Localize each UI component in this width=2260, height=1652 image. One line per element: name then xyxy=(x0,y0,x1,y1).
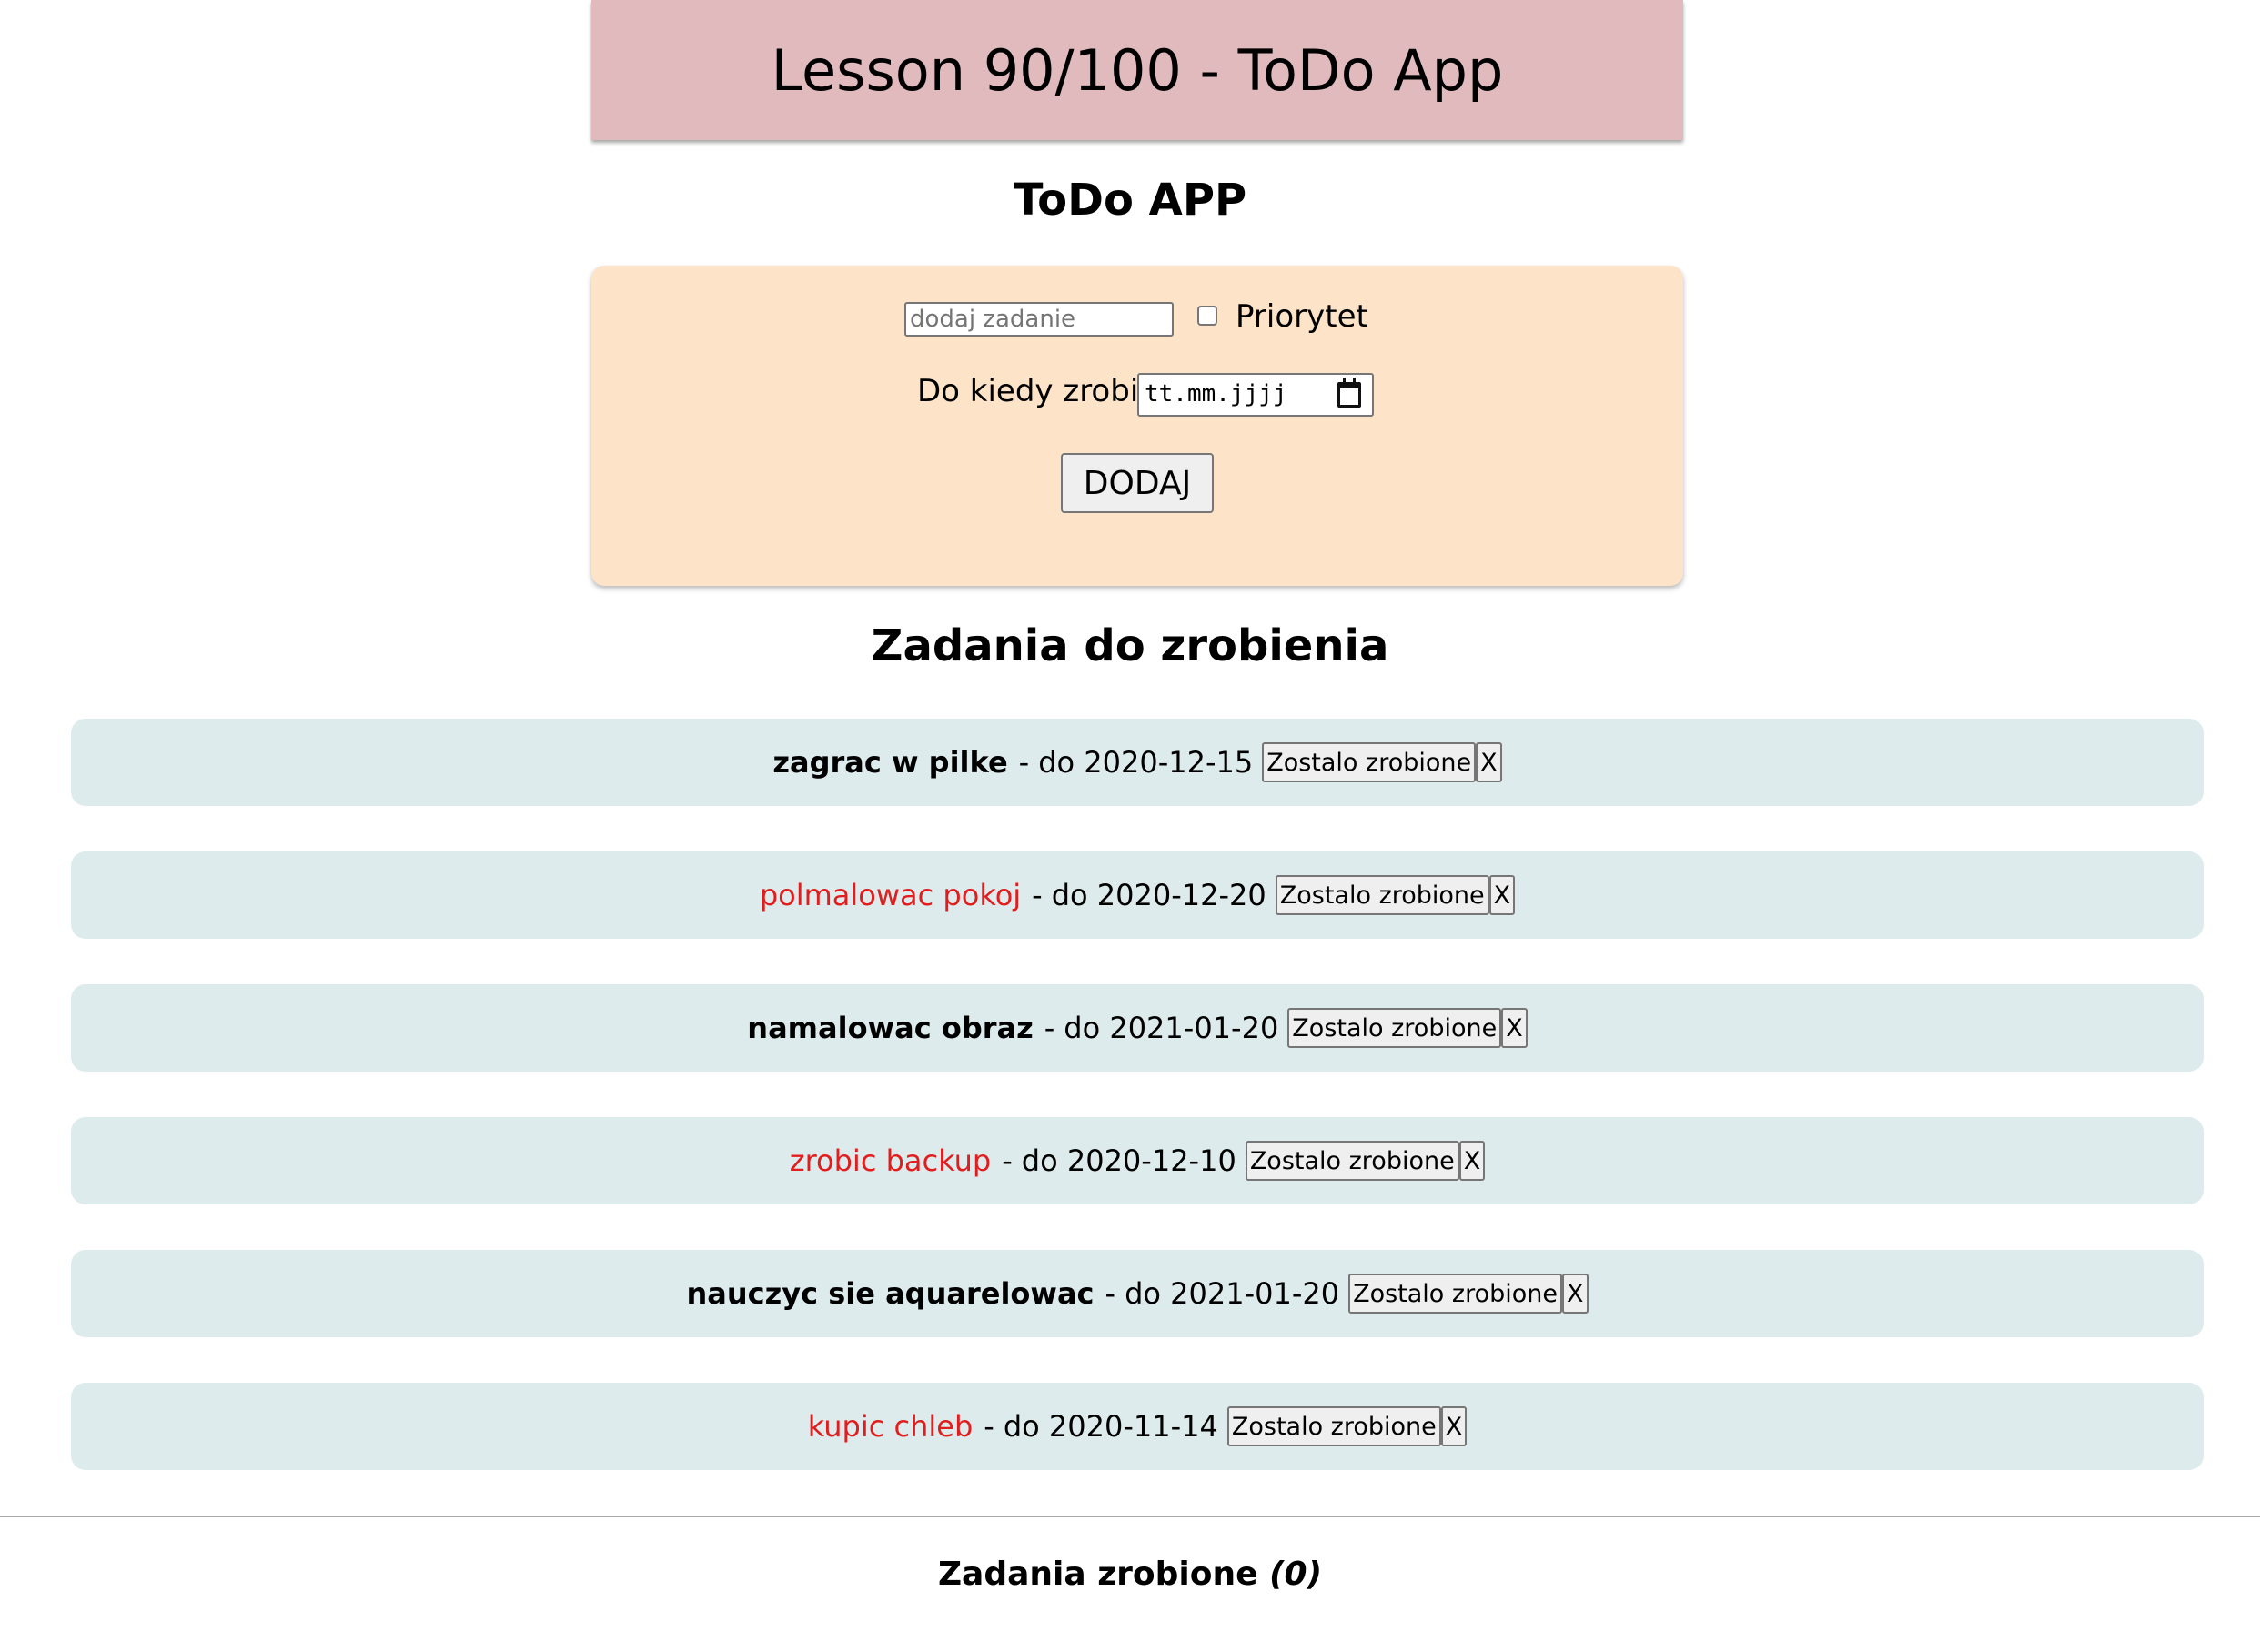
section-divider xyxy=(0,1516,2260,1517)
add-task-button[interactable]: DODAJ xyxy=(1061,453,1214,513)
banner-title: Lesson 90/100 - ToDo App xyxy=(771,36,1504,104)
task-deadline: do 2020-12-10 xyxy=(1021,1143,1236,1178)
page-banner: Lesson 90/100 - ToDo App xyxy=(591,0,1683,140)
task-name: nauczyc sie aquarelowac xyxy=(686,1276,1095,1311)
task-name: polmalowac pokoj xyxy=(759,878,1022,912)
task-deadline: do 2020-11-14 xyxy=(1003,1409,1218,1444)
task-name: zagrac w pilke xyxy=(772,745,1008,780)
task-deadline: do 2020-12-15 xyxy=(1038,745,1254,780)
task-separator: - xyxy=(1002,1143,1013,1178)
task-name: namalowac obraz xyxy=(747,1011,1034,1045)
done-section-title: Zadania zrobione xyxy=(937,1556,1258,1593)
task-row: namalowac obraz - do 2021-01-20 Zostalo zro… xyxy=(71,984,2204,1072)
task-deadline: do 2021-01-20 xyxy=(1064,1011,1279,1045)
task-input[interactable] xyxy=(904,302,1174,337)
task-row: polmalowac pokoj - do 2020-12-20 Zostalo zr… xyxy=(71,851,2204,939)
delete-task-button[interactable]: X xyxy=(1440,1406,1468,1446)
task-row: zagrac w pilke - do 2020-12-15 Zostalo zrob… xyxy=(71,719,2204,806)
task-separator: - xyxy=(1018,745,1030,780)
delete-task-button[interactable]: X xyxy=(1488,875,1516,915)
task-name: kupic chleb xyxy=(807,1409,974,1444)
priority-checkbox[interactable] xyxy=(1197,306,1217,326)
task-name: zrobic backup xyxy=(789,1143,992,1178)
task-row: zrobic backup - do 2020-12-10 Zostalo zrobi… xyxy=(71,1117,2204,1204)
mark-done-button[interactable]: Zostalo zrobione xyxy=(1245,1141,1459,1181)
delete-task-button[interactable]: X xyxy=(1476,742,1502,782)
mark-done-button[interactable]: Zostalo zrobione xyxy=(1262,742,1477,782)
mark-done-button[interactable]: Zostalo zrobione xyxy=(1287,1008,1502,1048)
delete-task-button[interactable]: X xyxy=(1458,1141,1486,1181)
task-deadline: do 2021-01-20 xyxy=(1125,1276,1340,1311)
app-title: ToDo APP xyxy=(1013,175,1247,226)
task-separator: - xyxy=(1044,1011,1055,1045)
add-task-form: Priorytet Do kiedy zrobic tt.mm.jjjj DOD… xyxy=(591,266,1683,586)
page: Lesson 90/100 - ToDo App ToDo APP Priory… xyxy=(0,0,2260,1652)
mark-done-button[interactable]: Zostalo zrobione xyxy=(1348,1274,1562,1314)
calendar-icon[interactable] xyxy=(1337,378,1361,408)
mark-done-button[interactable]: Zostalo zrobione xyxy=(1226,1406,1441,1446)
deadline-date-placeholder: tt.mm.jjjj xyxy=(1145,380,1287,408)
task-row: kupic chleb - do 2020-11-14 Zostalo zrobion… xyxy=(71,1383,2204,1470)
mark-done-button[interactable]: Zostalo zrobione xyxy=(1275,875,1489,915)
deadline-label: Do kiedy zrobic xyxy=(917,373,1155,409)
priority-label: Priorytet xyxy=(1236,298,1368,335)
task-separator: - xyxy=(984,1409,994,1444)
todo-section-heading: Zadania do zrobienia xyxy=(871,620,1389,671)
delete-task-button[interactable]: X xyxy=(1562,1274,1589,1314)
done-count: (0) xyxy=(1269,1556,1323,1593)
deadline-date-input[interactable]: tt.mm.jjjj xyxy=(1137,373,1374,417)
todo-list: zagrac w pilke - do 2020-12-15 Zostalo zrob… xyxy=(71,719,2204,1516)
task-row: nauczyc sie aquarelowac - do 2021-01-20 Zos… xyxy=(71,1250,2204,1337)
task-separator: - xyxy=(1105,1276,1116,1311)
done-section-heading: Zadania zrobione (0) xyxy=(0,1556,2260,1593)
task-separator: - xyxy=(1032,878,1043,912)
delete-task-button[interactable]: X xyxy=(1501,1008,1528,1048)
task-deadline: do 2020-12-20 xyxy=(1051,878,1266,912)
